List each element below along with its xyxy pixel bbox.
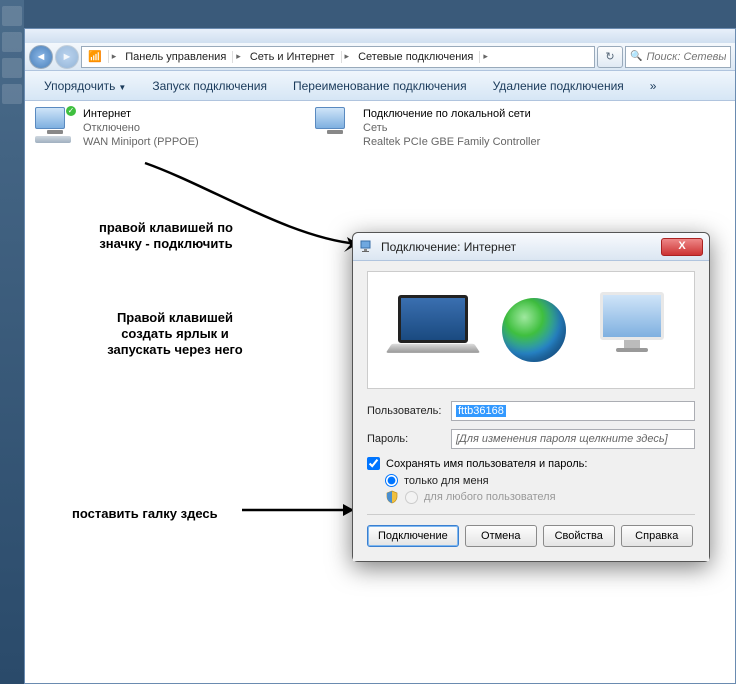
close-button[interactable]: X xyxy=(661,238,703,256)
nav-row: ◄ ► 📶 ▸ Панель управления ▸ Сеть и Интер… xyxy=(25,43,735,71)
dialog-titlebar[interactable]: Подключение: Интернет X xyxy=(353,233,709,261)
laptop-icon xyxy=(389,295,477,365)
connection-lan[interactable]: Подключение по локальной сети Сеть Realt… xyxy=(315,107,565,149)
save-credentials-label: Сохранять имя пользователя и пароль: xyxy=(386,458,587,470)
desktop-icon-strip xyxy=(0,0,24,684)
start-connection-button[interactable]: Запуск подключения xyxy=(141,74,278,98)
search-icon: 🔍 xyxy=(630,51,642,62)
properties-button[interactable]: Свойства xyxy=(543,525,615,547)
password-input[interactable]: [Для изменения пароля щелкните здесь] xyxy=(451,429,695,449)
cancel-button[interactable]: Отмена xyxy=(465,525,537,547)
connection-name: Интернет xyxy=(83,107,199,121)
any-user-label: для любого пользователя xyxy=(424,491,556,503)
address-bar[interactable]: 📶 ▸ Панель управления ▸ Сеть и Интернет … xyxy=(81,46,595,68)
connection-internet[interactable]: ✓ Интернет Отключено WAN Miniport (PPPOE… xyxy=(35,107,285,149)
connection-illustration xyxy=(367,271,695,389)
refresh-button[interactable]: ↻ xyxy=(597,46,623,68)
back-button[interactable]: ◄ xyxy=(29,45,53,69)
search-input[interactable] xyxy=(646,51,726,63)
help-button[interactable]: Справка xyxy=(621,525,693,547)
connection-status: Отключено xyxy=(83,121,199,135)
toolbar: Упорядочить▼ Запуск подключения Переимен… xyxy=(25,71,735,101)
modem-icon: ✓ xyxy=(35,107,75,147)
connection-dialog: Подключение: Интернет X Пользователь: ft… xyxy=(352,232,710,562)
username-input[interactable]: fttb36168 xyxy=(451,401,695,421)
arrow-icon xyxy=(140,158,370,254)
shield-icon xyxy=(385,490,399,504)
password-label: Пароль: xyxy=(367,433,451,445)
network-icon xyxy=(359,239,375,255)
desktop-pc-icon xyxy=(591,292,673,368)
arrow-icon xyxy=(240,492,370,528)
username-label: Пользователь: xyxy=(367,405,451,417)
only-me-label: только для меня xyxy=(404,475,489,487)
breadcrumb-seg[interactable]: Панель управления xyxy=(119,51,233,63)
save-credentials-checkbox[interactable] xyxy=(367,457,380,470)
any-user-radio xyxy=(405,491,418,504)
organize-button[interactable]: Упорядочить▼ xyxy=(33,74,137,98)
connection-device: WAN Miniport (PPPOE) xyxy=(83,135,199,149)
breadcrumb-seg[interactable]: Сетевые подключения xyxy=(352,51,480,63)
connection-status: Сеть xyxy=(363,121,540,135)
rename-connection-button[interactable]: Переименование подключения xyxy=(282,74,478,98)
network-icon xyxy=(315,107,355,147)
annotation-2: Правой клавишей создать ярлык и запускат… xyxy=(90,310,260,358)
breadcrumb-seg[interactable]: Сеть и Интернет xyxy=(244,51,342,63)
status-badge-icon: ✓ xyxy=(65,105,77,117)
more-button[interactable]: » xyxy=(639,74,668,98)
connection-device: Realtek PCIe GBE Family Controller xyxy=(363,135,540,149)
search-box[interactable]: 🔍 xyxy=(625,46,731,68)
forward-button[interactable]: ► xyxy=(55,45,79,69)
dialog-title: Подключение: Интернет xyxy=(381,240,516,254)
delete-connection-button[interactable]: Удаление подключения xyxy=(482,74,635,98)
window-titlebar[interactable] xyxy=(25,29,735,43)
connection-name: Подключение по локальной сети xyxy=(363,107,540,121)
globe-icon xyxy=(502,298,566,362)
only-me-radio[interactable] xyxy=(385,474,398,487)
connect-button[interactable]: Подключение xyxy=(367,525,459,547)
folder-icon: 📶 xyxy=(82,50,109,63)
separator xyxy=(367,514,695,515)
